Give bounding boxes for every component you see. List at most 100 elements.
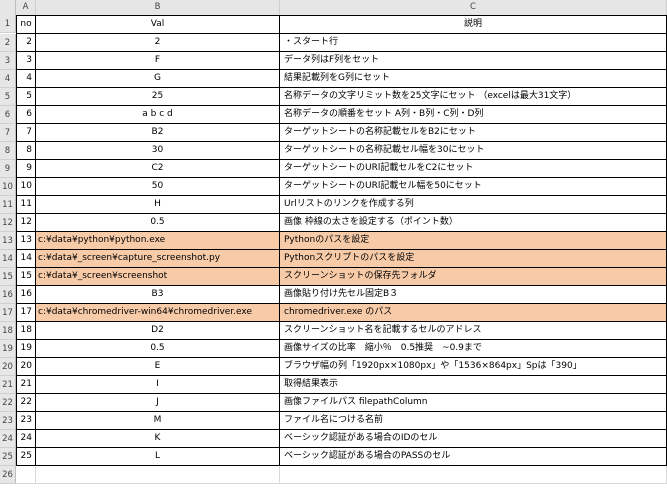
- cell-val[interactable]: E: [36, 358, 280, 376]
- cell-no[interactable]: 9: [16, 160, 36, 178]
- cell-val[interactable]: 2: [36, 34, 280, 52]
- cell-desc[interactable]: 画像 枠線の太さを設定する（ポイント数）: [280, 214, 667, 232]
- row-number[interactable]: 23: [0, 412, 16, 430]
- row-number[interactable]: 19: [0, 340, 16, 358]
- cell-no[interactable]: 13: [16, 232, 36, 250]
- row-number[interactable]: 6: [0, 106, 16, 124]
- select-all-corner[interactable]: [0, 0, 16, 15]
- cell-desc[interactable]: ・スタート行: [280, 34, 667, 52]
- cell-no[interactable]: 3: [16, 52, 36, 70]
- row-number[interactable]: 15: [0, 268, 16, 286]
- cell-desc[interactable]: 結果記載列をG列にセット: [280, 70, 667, 88]
- cell-val[interactable]: I: [36, 376, 280, 394]
- row-number[interactable]: 4: [0, 70, 16, 88]
- cell-no[interactable]: 10: [16, 178, 36, 196]
- cell-desc[interactable]: ブラウザ幅の列「1920px×1080px」や「1536×864px」Spは「3…: [280, 358, 667, 376]
- cell-val[interactable]: D2: [36, 322, 280, 340]
- cell-val[interactable]: a b c d: [36, 106, 280, 124]
- column-header-c[interactable]: C: [280, 0, 667, 15]
- row-number[interactable]: 12: [0, 214, 16, 232]
- row-number[interactable]: 13: [0, 232, 16, 250]
- cell-val[interactable]: L: [36, 448, 280, 466]
- cell-desc[interactable]: Pythonのパスを設定: [280, 232, 667, 250]
- row-number[interactable]: 20: [0, 358, 16, 376]
- cell-no[interactable]: 24: [16, 430, 36, 448]
- cell-val[interactable]: F: [36, 52, 280, 70]
- cell-desc[interactable]: ターゲットシートの名称記載セルをB2にセット: [280, 124, 667, 142]
- cell-desc[interactable]: ターゲットシートの名称記載セル幅を30にセット: [280, 142, 667, 160]
- row-number[interactable]: 7: [0, 124, 16, 142]
- row-number[interactable]: 2: [0, 34, 16, 52]
- row-number[interactable]: 16: [0, 286, 16, 304]
- cell-no[interactable]: 21: [16, 376, 36, 394]
- cell-no[interactable]: 20: [16, 358, 36, 376]
- cell-desc[interactable]: 画像貼り付け先セル固定B３: [280, 286, 667, 304]
- cell-no[interactable]: 18: [16, 322, 36, 340]
- cell-desc[interactable]: スクリーンショット名を記載するセルのアドレス: [280, 322, 667, 340]
- cell-val[interactable]: 50: [36, 178, 280, 196]
- cell-desc[interactable]: ファイル名につける名前: [280, 412, 667, 430]
- cell-val[interactable]: c:¥data¥_screen¥screenshot: [36, 268, 280, 286]
- cell-no[interactable]: 19: [16, 340, 36, 358]
- row-number[interactable]: 17: [0, 304, 16, 322]
- cell-val[interactable]: H: [36, 196, 280, 214]
- cell-val[interactable]: B2: [36, 124, 280, 142]
- row-number[interactable]: 9: [0, 160, 16, 178]
- cell-desc[interactable]: スクリーンショットの保存先フォルダ: [280, 268, 667, 286]
- cell-desc[interactable]: ベーシック認証がある場合のPASSのセル: [280, 448, 667, 466]
- cell-no[interactable]: 5: [16, 88, 36, 106]
- header-cell-val[interactable]: Val: [36, 15, 280, 34]
- cell-no[interactable]: 16: [16, 286, 36, 304]
- cell-no[interactable]: 2: [16, 34, 36, 52]
- cell-val[interactable]: 30: [36, 142, 280, 160]
- cell-desc[interactable]: Pythonスクリプトのパスを設定: [280, 250, 667, 268]
- cell-desc[interactable]: 画像ファイルパス filepathColumn: [280, 394, 667, 412]
- cell-val[interactable]: K: [36, 430, 280, 448]
- cell-no[interactable]: 14: [16, 250, 36, 268]
- cell-no[interactable]: 6: [16, 106, 36, 124]
- cell-no[interactable]: 15: [16, 268, 36, 286]
- cell-desc[interactable]: Urlリストのリンクを作成する列: [280, 196, 667, 214]
- cell-no[interactable]: 4: [16, 70, 36, 88]
- cell-val[interactable]: J: [36, 394, 280, 412]
- cell-desc[interactable]: データ列はF列をセット: [280, 52, 667, 70]
- cell-no[interactable]: 17: [16, 304, 36, 322]
- row-number[interactable]: 8: [0, 142, 16, 160]
- row-number[interactable]: 25: [0, 448, 16, 466]
- cell-no[interactable]: 8: [16, 142, 36, 160]
- column-header-b[interactable]: B: [36, 0, 280, 15]
- row-number[interactable]: 26: [0, 466, 16, 484]
- cell-no[interactable]: [16, 466, 36, 484]
- row-number[interactable]: 1: [0, 15, 16, 33]
- row-number[interactable]: 18: [0, 322, 16, 340]
- cell-desc[interactable]: ターゲットシートのURl記載セルをC2にセット: [280, 160, 667, 178]
- cell-val[interactable]: c:¥data¥chromedriver-win64¥chromedriver.…: [36, 304, 280, 322]
- cell-val[interactable]: [36, 466, 280, 484]
- cell-val[interactable]: c:¥data¥python¥python.exe: [36, 232, 280, 250]
- cell-val[interactable]: 25: [36, 88, 280, 106]
- cell-no[interactable]: 7: [16, 124, 36, 142]
- cell-val[interactable]: 0.5: [36, 340, 280, 358]
- row-number[interactable]: 22: [0, 394, 16, 412]
- cell-no[interactable]: 25: [16, 448, 36, 466]
- row-number[interactable]: 5: [0, 88, 16, 106]
- column-header-a[interactable]: A: [16, 0, 36, 15]
- row-number[interactable]: 24: [0, 430, 16, 448]
- cell-no[interactable]: 23: [16, 412, 36, 430]
- row-number[interactable]: 3: [0, 52, 16, 70]
- cell-val[interactable]: M: [36, 412, 280, 430]
- cell-no[interactable]: 22: [16, 394, 36, 412]
- row-number[interactable]: 21: [0, 376, 16, 394]
- cell-val[interactable]: C2: [36, 160, 280, 178]
- row-number[interactable]: 14: [0, 250, 16, 268]
- cell-desc[interactable]: 取得結果表示: [280, 376, 667, 394]
- cell-desc[interactable]: 名称データの順番をセット A列・B列・C列・D列: [280, 106, 667, 124]
- cell-val[interactable]: c:¥data¥_screen¥capture_screenshot.py: [36, 250, 280, 268]
- cell-val[interactable]: 0.5: [36, 214, 280, 232]
- cell-val[interactable]: G: [36, 70, 280, 88]
- cell-desc[interactable]: [280, 466, 667, 484]
- cell-val[interactable]: B3: [36, 286, 280, 304]
- header-cell-desc[interactable]: 説明: [280, 15, 667, 34]
- cell-desc[interactable]: 名称データの文字リミット数を25文字にセット （excelは最大31文字）: [280, 88, 667, 106]
- row-number[interactable]: 10: [0, 178, 16, 196]
